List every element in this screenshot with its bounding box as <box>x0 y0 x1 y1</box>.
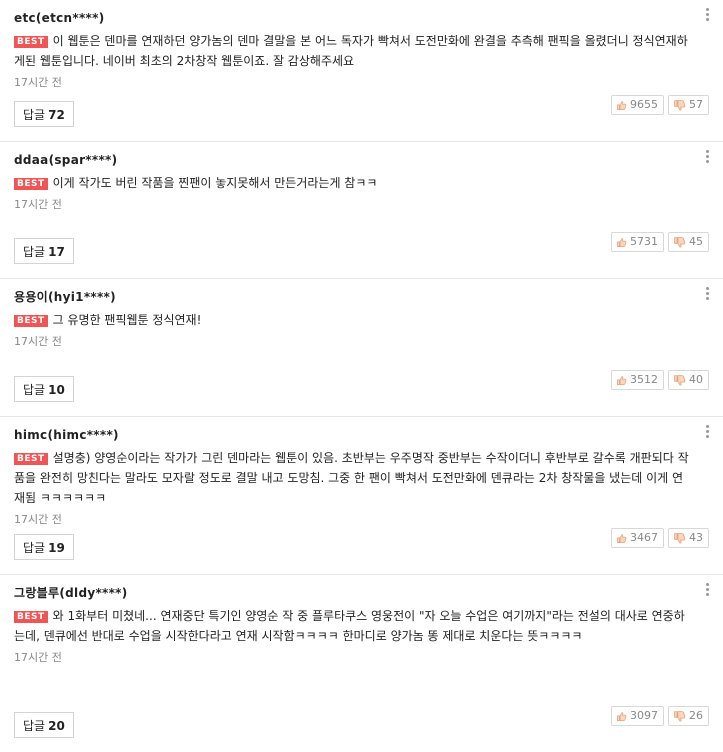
vote-group: 3512 40 <box>611 370 709 390</box>
best-badge: BEST <box>14 453 48 465</box>
reply-label: 답글 <box>23 383 46 397</box>
reply-count: 17 <box>48 245 65 259</box>
best-badge: BEST <box>14 315 48 327</box>
reply-count: 19 <box>48 541 65 555</box>
vote-group: 3097 26 <box>611 706 709 726</box>
like-count: 9655 <box>630 98 658 111</box>
more-options-icon[interactable] <box>706 150 709 165</box>
thumbs-up-icon <box>617 237 627 247</box>
thumbs-up-icon <box>617 100 627 110</box>
thumbs-down-icon <box>674 710 686 721</box>
thumbs-up-icon <box>617 711 627 721</box>
comment-timestamp: 17시간 전 <box>14 651 62 664</box>
like-count: 3467 <box>630 531 658 544</box>
like-button[interactable]: 3467 <box>611 528 664 548</box>
comment-item: 용용이(hyi1****) BEST 그 유명한 팬픽웹툰 정식연재! 17시간 … <box>0 279 723 417</box>
more-options-icon[interactable] <box>706 8 709 23</box>
like-count: 5731 <box>630 235 658 248</box>
best-badge: BEST <box>14 36 48 48</box>
comment-list: etc(etcn****) BEST 이 웹툰은 덴마를 연재하던 양가놈의 덴마… <box>0 0 723 752</box>
comment-body: 이게 작가도 버린 작품을 찐팬이 놓지못해서 만든거라는게 참ㅋㅋ <box>52 176 378 190</box>
vote-group: 5731 45 <box>611 232 709 252</box>
reply-button[interactable]: 답글 17 <box>14 238 74 264</box>
reply-label: 답글 <box>23 108 46 122</box>
comment-timestamp: 17시간 전 <box>14 513 62 526</box>
comment-author[interactable]: ddaa(spar****) <box>14 151 709 169</box>
like-button[interactable]: 3512 <box>611 370 664 390</box>
reply-label: 답글 <box>23 245 46 259</box>
thumbs-up-icon <box>617 375 627 385</box>
comment-timestamp: 17시간 전 <box>14 76 62 89</box>
reply-button[interactable]: 답글 19 <box>14 534 74 560</box>
comment-body: 이 웹툰은 덴마를 연재하던 양가놈의 덴마 결말을 본 어느 독자가 빡쳐서 … <box>14 34 688 68</box>
comment-author[interactable]: 그랑블루(dldy****) <box>14 584 709 602</box>
reply-label: 답글 <box>23 719 46 733</box>
comment-text: BEST 와 1화부터 미쳤네... 연재중단 특기인 양영순 작 중 플루타쿠스… <box>14 606 709 646</box>
reply-count: 20 <box>48 719 65 733</box>
like-count: 3512 <box>630 373 658 386</box>
comment-author[interactable]: himc(himc****) <box>14 426 709 444</box>
dislike-count: 26 <box>689 709 703 722</box>
dislike-button[interactable]: 26 <box>668 706 709 726</box>
reply-button[interactable]: 답글 10 <box>14 376 74 402</box>
comment-text: BEST 그 유명한 팬픽웹툰 정식연재! <box>14 310 709 330</box>
comment-author[interactable]: 용용이(hyi1****) <box>14 288 709 306</box>
more-options-icon[interactable] <box>706 287 709 302</box>
comment-body: 와 1화부터 미쳤네... 연재중단 특기인 양영순 작 중 플루타쿠스 영웅전… <box>14 609 685 643</box>
like-button[interactable]: 5731 <box>611 232 664 252</box>
more-options-icon[interactable] <box>706 425 709 440</box>
reply-count: 72 <box>48 108 65 122</box>
more-options-icon[interactable] <box>706 583 709 598</box>
reply-label: 답글 <box>23 541 46 555</box>
comment-item: himc(himc****) BEST 설명충) 양영순이라는 작가가 그린 덴마… <box>0 417 723 575</box>
dislike-count: 57 <box>689 98 703 111</box>
reply-button[interactable]: 답글 20 <box>14 712 74 738</box>
dislike-count: 43 <box>689 531 703 544</box>
thumbs-up-icon <box>617 533 627 543</box>
thumbs-down-icon <box>674 374 686 385</box>
like-button[interactable]: 9655 <box>611 95 664 115</box>
like-button[interactable]: 3097 <box>611 706 664 726</box>
comment-body: 그 유명한 팬픽웹툰 정식연재! <box>52 313 202 327</box>
thumbs-down-icon <box>674 236 686 247</box>
comment-body: 설명충) 양영순이라는 작가가 그린 덴마라는 웹툰이 있음. 초반부는 우주명… <box>14 451 689 505</box>
best-badge: BEST <box>14 611 48 623</box>
dislike-button[interactable]: 45 <box>668 232 709 252</box>
dislike-button[interactable]: 43 <box>668 528 709 548</box>
dislike-button[interactable]: 40 <box>668 370 709 390</box>
comment-timestamp: 17시간 전 <box>14 335 62 348</box>
like-count: 3097 <box>630 709 658 722</box>
vote-group: 3467 43 <box>611 528 709 548</box>
comment-author[interactable]: etc(etcn****) <box>14 9 709 27</box>
reply-button[interactable]: 답글 72 <box>14 101 74 127</box>
comment-item: etc(etcn****) BEST 이 웹툰은 덴마를 연재하던 양가놈의 덴마… <box>0 0 723 142</box>
comment-timestamp: 17시간 전 <box>14 198 62 211</box>
comment-text: BEST 설명충) 양영순이라는 작가가 그린 덴마라는 웹툰이 있음. 초반부는… <box>14 448 709 508</box>
best-badge: BEST <box>14 178 48 190</box>
comment-item: 그랑블루(dldy****) BEST 와 1화부터 미쳤네... 연재중단 특기… <box>0 575 723 752</box>
comment-text: BEST 이게 작가도 버린 작품을 찐팬이 놓지못해서 만든거라는게 참ㅋㅋ <box>14 173 709 193</box>
vote-group: 9655 57 <box>611 95 709 115</box>
thumbs-down-icon <box>674 532 686 543</box>
dislike-button[interactable]: 57 <box>668 95 709 115</box>
comment-item: ddaa(spar****) BEST 이게 작가도 버린 작품을 찐팬이 놓지못… <box>0 142 723 279</box>
dislike-count: 45 <box>689 235 703 248</box>
reply-count: 10 <box>48 383 65 397</box>
comment-text: BEST 이 웹툰은 덴마를 연재하던 양가놈의 덴마 결말을 본 어느 독자가 … <box>14 31 709 71</box>
dislike-count: 40 <box>689 373 703 386</box>
thumbs-down-icon <box>674 99 686 110</box>
